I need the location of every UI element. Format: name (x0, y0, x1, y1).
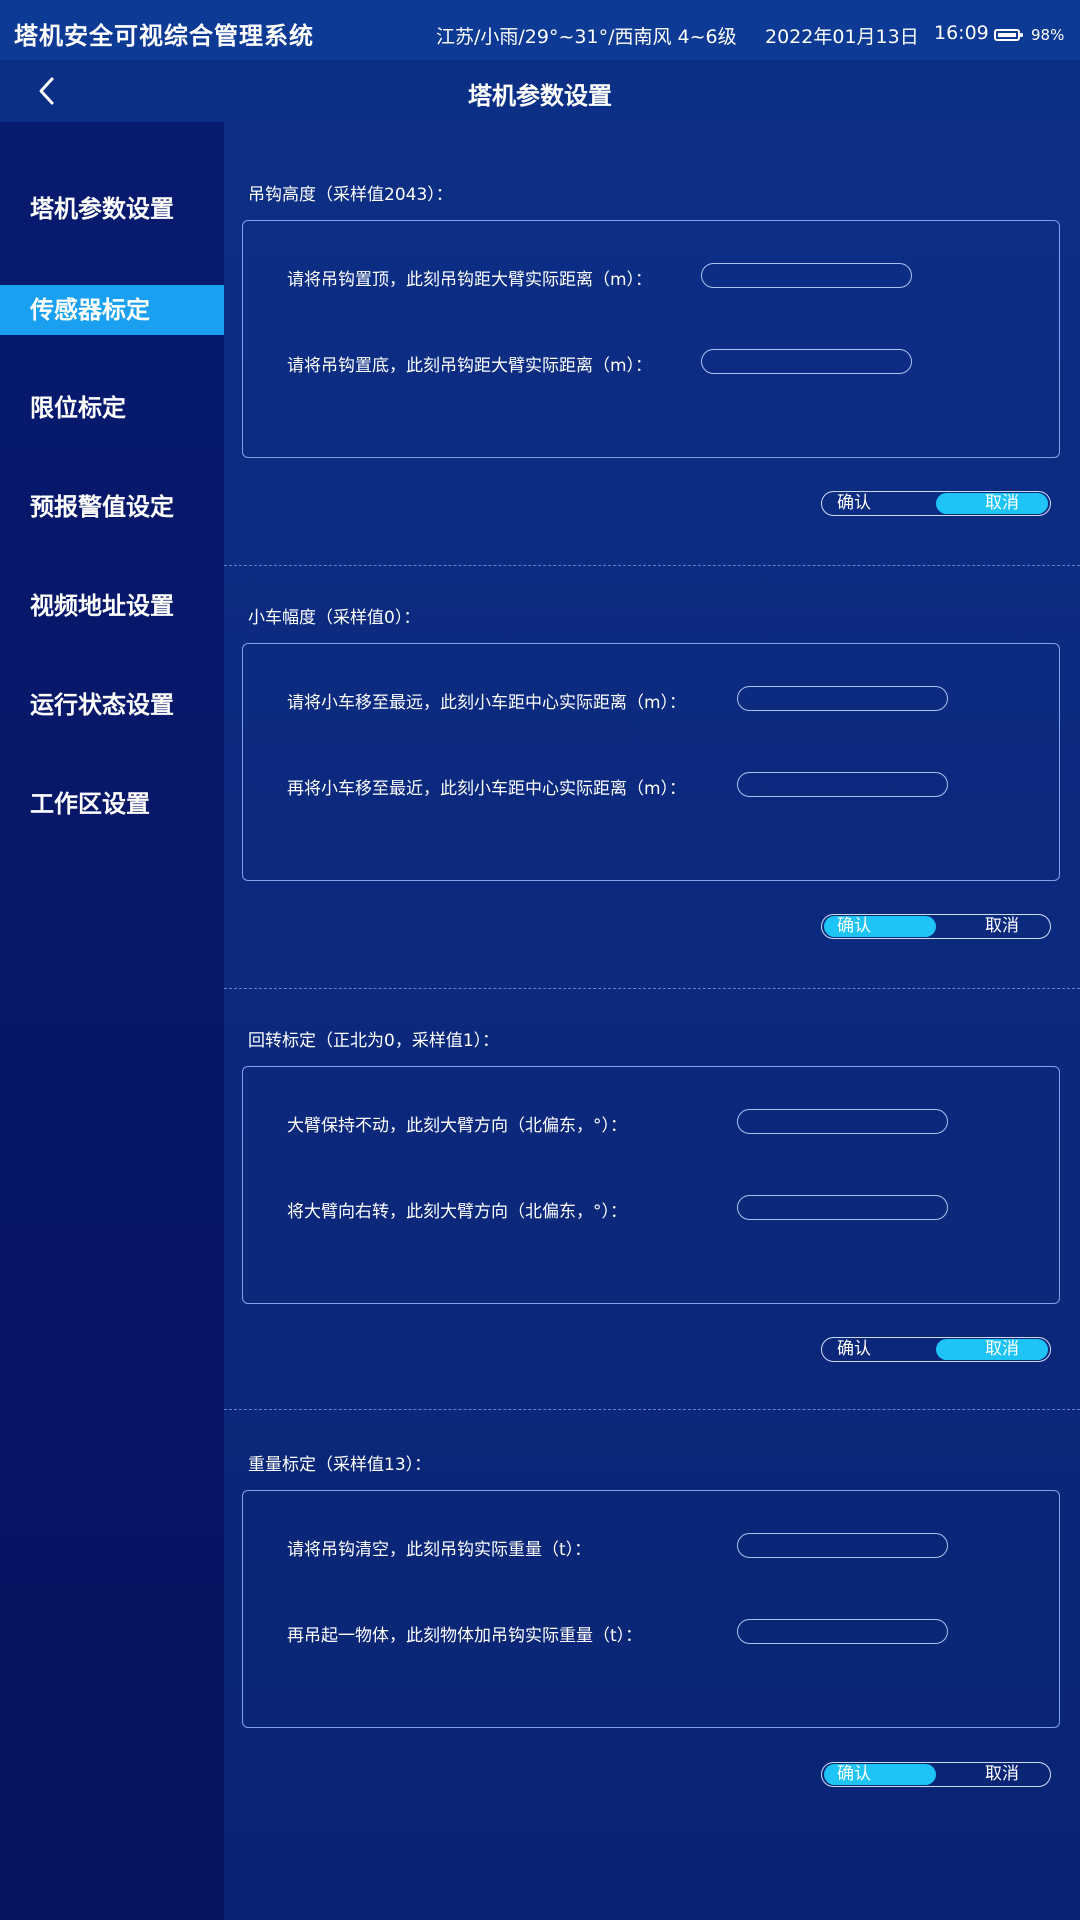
empty-hook-weight-input[interactable] (737, 1533, 948, 1558)
cancel-button[interactable]: 取消 (936, 916, 1048, 937)
back-button[interactable] (30, 74, 64, 108)
sidebar-item-tower-params[interactable]: 塔机参数设置 (0, 184, 224, 234)
field-label: 大臂保持不动，此刻大臂方向（北偏东，°）： (287, 1116, 627, 1136)
trolley-amplitude-button-group: 确认 取消 (821, 914, 1051, 939)
section-title-trolley-amplitude: 小车幅度（采样值0）： (248, 608, 421, 628)
cancel-button[interactable]: 取消 (936, 1339, 1048, 1360)
load-weight-input[interactable] (737, 1619, 948, 1644)
confirm-button[interactable]: 确认 (824, 1764, 936, 1785)
weight-button-group: 确认 取消 (821, 1762, 1051, 1787)
nav-bar: 塔机参数设置 (0, 60, 1080, 122)
sidebar: 塔机参数设置 传感器标定 限位标定 预报警值设定 视频地址设置 运行状态设置 工… (0, 122, 224, 1920)
cancel-button[interactable]: 取消 (936, 493, 1048, 514)
boom-rotated-direction-input[interactable] (737, 1195, 948, 1220)
confirm-button[interactable]: 确认 (824, 493, 936, 514)
boom-direction-input[interactable] (737, 1109, 948, 1134)
cancel-button[interactable]: 取消 (936, 1764, 1048, 1785)
weight-panel: 请将吊钩清空，此刻吊钩实际重量（t）： 再吊起一物体，此刻物体加吊钩实际重量（t… (242, 1490, 1060, 1728)
section-title-hook-height: 吊钩高度（采样值2043）： (248, 185, 453, 205)
battery-percent: 98% (1031, 26, 1065, 44)
field-label: 将大臂向右转，此刻大臂方向（北偏东，°）： (287, 1202, 627, 1222)
time-display: 16:09 (934, 22, 989, 44)
confirm-button[interactable]: 确认 (824, 1339, 936, 1360)
trolley-far-distance-input[interactable] (737, 686, 948, 711)
field-label: 请将吊钩清空，此刻吊钩实际重量（t）： (287, 1540, 592, 1560)
trolley-amplitude-panel: 请将小车移至最远，此刻小车距中心实际距离（m）： 再将小车移至最近，此刻小车距中… (242, 643, 1060, 881)
battery-icon (994, 29, 1023, 41)
hook-height-button-group: 确认 取消 (821, 491, 1051, 516)
field-label: 请将小车移至最远，此刻小车距中心实际距离（m）： (287, 693, 687, 713)
chevron-left-icon (39, 77, 54, 105)
trolley-near-distance-input[interactable] (737, 772, 948, 797)
field-label: 请将吊钩置顶，此刻吊钩距大臂实际距离（m）： (287, 270, 653, 290)
sidebar-item-sensor-calibration[interactable]: 传感器标定 (0, 285, 224, 335)
section-title-slewing: 回转标定（正北为0，采样值1）： (248, 1031, 500, 1051)
weather-info: 江苏/小雨/29°~31°/西南风 4~6级 (436, 26, 737, 48)
sidebar-item-run-status[interactable]: 运行状态设置 (0, 680, 224, 730)
section-divider (224, 988, 1080, 989)
slewing-panel: 大臂保持不动，此刻大臂方向（北偏东，°）： 将大臂向右转，此刻大臂方向（北偏东，… (242, 1066, 1060, 1304)
sidebar-item-work-zone[interactable]: 工作区设置 (0, 779, 224, 829)
status-bar: 塔机安全可视综合管理系统 江苏/小雨/29°~31°/西南风 4~6级 2022… (0, 0, 1080, 60)
hook-bottom-distance-input[interactable] (701, 349, 912, 374)
sidebar-item-video-address[interactable]: 视频地址设置 (0, 581, 224, 631)
calibration-content: 吊钩高度（采样值2043）： 请将吊钩置顶，此刻吊钩距大臂实际距离（m）： 请将… (224, 122, 1080, 1920)
date-display: 2022年01月13日 (765, 26, 919, 48)
slewing-button-group: 确认 取消 (821, 1337, 1051, 1362)
section-title-weight: 重量标定（采样值13）： (248, 1455, 432, 1475)
field-label: 再将小车移至最近，此刻小车距中心实际距离（m）： (287, 779, 687, 799)
field-label: 请将吊钩置底，此刻吊钩距大臂实际距离（m）： (287, 356, 653, 376)
field-label: 再吊起一物体，此刻物体加吊钩实际重量（t）： (287, 1626, 643, 1646)
page-title: 塔机参数设置 (468, 82, 612, 110)
confirm-button[interactable]: 确认 (824, 916, 936, 937)
hook-height-panel: 请将吊钩置顶，此刻吊钩距大臂实际距离（m）： 请将吊钩置底，此刻吊钩距大臂实际距… (242, 220, 1060, 458)
sidebar-item-limit-calibration[interactable]: 限位标定 (0, 383, 224, 433)
section-divider (224, 565, 1080, 566)
section-divider (224, 1409, 1080, 1410)
sidebar-item-alarm-values[interactable]: 预报警值设定 (0, 482, 224, 532)
hook-top-distance-input[interactable] (701, 263, 912, 288)
